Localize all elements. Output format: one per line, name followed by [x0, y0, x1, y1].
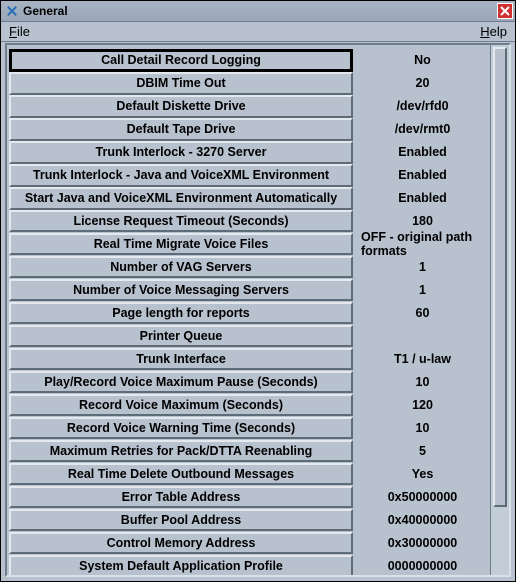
settings-row: Maximum Retries for Pack/DTTA Reenabling… — [9, 440, 488, 463]
setting-value: OFF - original path formats — [357, 233, 488, 256]
setting-value: Enabled — [357, 164, 488, 187]
settings-row: Record Voice Warning Time (Seconds)10 — [9, 417, 488, 440]
setting-label-button[interactable]: DBIM Time Out — [9, 72, 353, 95]
setting-label-button[interactable]: Control Memory Address — [9, 532, 353, 555]
setting-label-button[interactable]: Number of Voice Messaging Servers — [9, 279, 353, 302]
setting-label-button[interactable]: Default Tape Drive — [9, 118, 353, 141]
titlebar: General — [1, 1, 515, 22]
setting-value: Enabled — [357, 141, 488, 164]
settings-row: Printer Queue — [9, 325, 488, 348]
setting-value: 0000000000 — [357, 555, 488, 575]
setting-label-button[interactable]: Record Voice Maximum (Seconds) — [9, 394, 353, 417]
setting-value: 0x40000000 — [357, 509, 488, 532]
content-area: Call Detail Record LoggingNoDBIM Time Ou… — [5, 43, 511, 577]
settings-row: Number of Voice Messaging Servers1 — [9, 279, 488, 302]
setting-value: /dev/rfd0 — [357, 95, 488, 118]
menu-help[interactable]: Help — [480, 24, 507, 39]
settings-row: Start Java and VoiceXML Environment Auto… — [9, 187, 488, 210]
settings-row: Number of VAG Servers1 — [9, 256, 488, 279]
setting-value: T1 / u-law — [357, 348, 488, 371]
setting-value — [357, 325, 488, 348]
close-icon — [500, 6, 510, 16]
app-x-icon — [5, 4, 19, 18]
settings-row: Default Tape Drive/dev/rmt0 — [9, 118, 488, 141]
setting-label-button[interactable]: Real Time Delete Outbound Messages — [9, 463, 353, 486]
setting-value: 20 — [357, 72, 488, 95]
setting-label-button[interactable]: Record Voice Warning Time (Seconds) — [9, 417, 353, 440]
setting-value: 180 — [357, 210, 488, 233]
settings-table: Call Detail Record LoggingNoDBIM Time Ou… — [7, 45, 490, 575]
settings-row: Default Diskette Drive/dev/rfd0 — [9, 95, 488, 118]
setting-label-button[interactable]: Trunk Interface — [9, 348, 353, 371]
setting-label-button[interactable]: Default Diskette Drive — [9, 95, 353, 118]
setting-label-button[interactable]: Real Time Migrate Voice Files — [9, 233, 353, 256]
setting-label-button[interactable]: Buffer Pool Address — [9, 509, 353, 532]
settings-row: Trunk Interlock - 3270 ServerEnabled — [9, 141, 488, 164]
setting-value: 1 — [357, 279, 488, 302]
settings-row: Real Time Delete Outbound MessagesYes — [9, 463, 488, 486]
menubar: File Help — [1, 22, 515, 42]
setting-label-button[interactable]: License Request Timeout (Seconds) — [9, 210, 353, 233]
setting-label-button[interactable]: Number of VAG Servers — [9, 256, 353, 279]
setting-value: 0x30000000 — [357, 532, 488, 555]
settings-row: Control Memory Address0x30000000 — [9, 532, 488, 555]
settings-row: System Default Application Profile000000… — [9, 555, 488, 575]
settings-row: Play/Record Voice Maximum Pause (Seconds… — [9, 371, 488, 394]
setting-label-button[interactable]: Maximum Retries for Pack/DTTA Reenabling — [9, 440, 353, 463]
setting-label-button[interactable]: Trunk Interlock - Java and VoiceXML Envi… — [9, 164, 353, 187]
window-title: General — [23, 4, 68, 18]
setting-value: 60 — [357, 302, 488, 325]
setting-label-button[interactable]: Call Detail Record Logging — [9, 49, 353, 72]
settings-row: Record Voice Maximum (Seconds)120 — [9, 394, 488, 417]
setting-value: 10 — [357, 371, 488, 394]
settings-row: Call Detail Record LoggingNo — [9, 49, 488, 72]
scrollbar-thumb[interactable] — [493, 47, 507, 507]
settings-row: Error Table Address0x50000000 — [9, 486, 488, 509]
settings-row: Trunk InterfaceT1 / u-law — [9, 348, 488, 371]
setting-value: 5 — [357, 440, 488, 463]
settings-row: Page length for reports60 — [9, 302, 488, 325]
setting-label-button[interactable]: Error Table Address — [9, 486, 353, 509]
settings-row: Real Time Migrate Voice FilesOFF - origi… — [9, 233, 488, 256]
setting-value: 1 — [357, 256, 488, 279]
general-settings-window: General File Help Call Detail Record Log… — [0, 0, 516, 582]
setting-label-button[interactable]: Trunk Interlock - 3270 Server — [9, 141, 353, 164]
menu-file[interactable]: File — [9, 24, 30, 39]
settings-row: DBIM Time Out20 — [9, 72, 488, 95]
setting-label-button[interactable]: Page length for reports — [9, 302, 353, 325]
setting-label-button[interactable]: System Default Application Profile — [9, 555, 353, 575]
vertical-scrollbar[interactable] — [490, 45, 509, 575]
settings-row: Trunk Interlock - Java and VoiceXML Envi… — [9, 164, 488, 187]
setting-value: 120 — [357, 394, 488, 417]
setting-value: 0x50000000 — [357, 486, 488, 509]
setting-value: Enabled — [357, 187, 488, 210]
setting-value: Yes — [357, 463, 488, 486]
setting-label-button[interactable]: Printer Queue — [9, 325, 353, 348]
setting-value: /dev/rmt0 — [357, 118, 488, 141]
setting-value: 10 — [357, 417, 488, 440]
settings-row: Buffer Pool Address0x40000000 — [9, 509, 488, 532]
settings-row: License Request Timeout (Seconds)180 — [9, 210, 488, 233]
setting-label-button[interactable]: Play/Record Voice Maximum Pause (Seconds… — [9, 371, 353, 394]
setting-value: No — [357, 49, 488, 72]
close-button[interactable] — [497, 3, 513, 19]
setting-label-button[interactable]: Start Java and VoiceXML Environment Auto… — [9, 187, 353, 210]
